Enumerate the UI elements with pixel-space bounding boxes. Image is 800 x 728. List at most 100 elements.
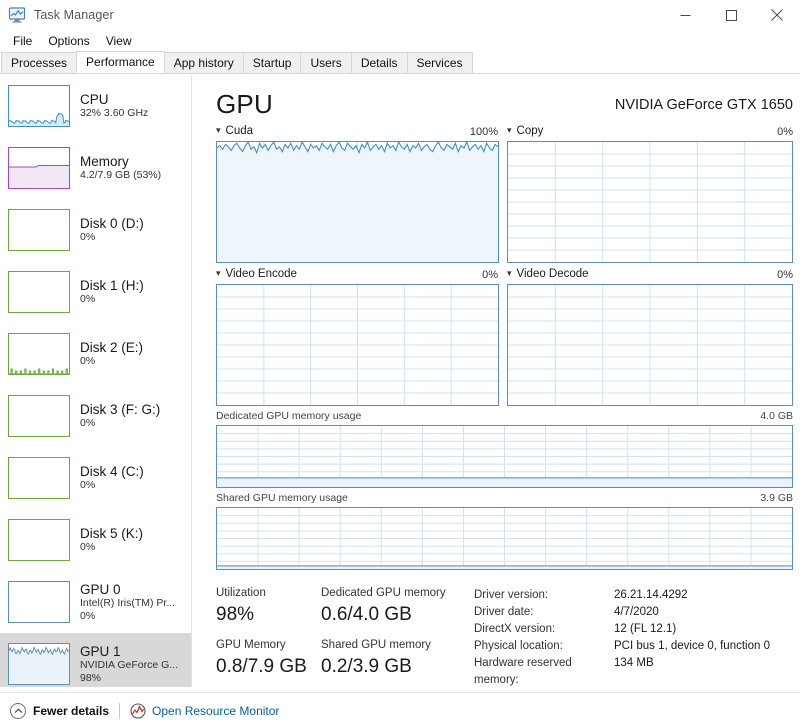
info-key: Hardware reserved memory: (474, 657, 572, 686)
sidebar-item-label: GPU 1 (80, 643, 121, 659)
close-icon[interactable] (754, 0, 800, 30)
sidebar-thumbnail-graph (8, 271, 70, 313)
info-value: 26.21.14.4292 (614, 589, 688, 601)
info-row: DirectX version: 12 (FL 12.1) (474, 621, 770, 638)
sidebar-thumbnail-graph (8, 581, 70, 623)
sidebar-item-sublabel: 0% (80, 355, 96, 367)
caption-dedicated-gpu-memory: Dedicated GPU memory usage (216, 410, 362, 422)
info-value: 12 (FL 12.1) (614, 623, 677, 635)
menu-item-file[interactable]: File (5, 32, 40, 50)
graph-header-cuda[interactable]: ▾ Cuda (216, 125, 253, 137)
stat-label-dedicated-gpu-memory: Dedicated GPU memory (321, 587, 446, 599)
page-title: GPU (216, 89, 273, 119)
sidebar-item-sublabel: 0% (80, 541, 96, 553)
graph-video-decode[interactable] (507, 284, 793, 406)
status-bar: Fewer details Open Resource Monitor (0, 692, 800, 728)
performance-sidebar[interactable]: CPU 32% 3.60 GHz Memory 4.2/7.9 GB (53%) Dis… (0, 75, 192, 687)
sidebar-item-text: Disk 2 (E:) 0% (80, 340, 143, 368)
sidebar-item-sublabel: 32% 3.60 GHz (80, 107, 149, 119)
graph-dedicated-gpu-memory[interactable] (216, 425, 793, 488)
sidebar-item-label: Disk 3 (F: G:) (80, 402, 161, 417)
graph-title-video-encode: Video Encode (225, 268, 297, 280)
sidebar-thumbnail-graph (8, 209, 70, 251)
open-resource-monitor-link[interactable]: Open Resource Monitor (152, 704, 279, 718)
sidebar-item-text: CPU 32% 3.60 GHz (80, 92, 148, 120)
tab-users[interactable]: Users (300, 52, 352, 73)
graph-header-copy[interactable]: ▾ Copy (507, 125, 543, 137)
minimize-icon[interactable] (662, 0, 708, 30)
stat-label-utilization: Utilization (216, 587, 266, 599)
tab-strip: Processes Performance App history Startu… (0, 51, 800, 74)
sidebar-item-text: Memory 4.2/7.9 GB (53%) (80, 154, 161, 182)
sidebar-item-disk-2-e[interactable]: Disk 2 (E:) 0% (0, 323, 191, 385)
window-controls (662, 0, 800, 30)
tab-performance[interactable]: Performance (76, 51, 165, 73)
tab-services[interactable]: Services (406, 52, 473, 73)
fewer-details-button[interactable]: Fewer details (33, 704, 109, 718)
sidebar-item-sublabel: 0% (80, 417, 96, 429)
info-row: Hardware reserved memory: 134 MB (474, 655, 770, 689)
sidebar-item-disk-5-k[interactable]: Disk 5 (K:) 0% (0, 509, 191, 571)
tab-processes[interactable]: Processes (1, 52, 78, 73)
tab-details[interactable]: Details (350, 52, 408, 73)
sidebar-item-disk-3-f-g[interactable]: Disk 3 (F: G:) 0% (0, 385, 191, 447)
tab-app-history[interactable]: App history (163, 52, 244, 73)
sidebar-item-disk-1-h[interactable]: Disk 1 (H:) 0% (0, 261, 191, 323)
graph-shared-gpu-memory[interactable] (216, 507, 793, 570)
sidebar-thumbnail-graph (8, 85, 70, 127)
sidebar-item-text: Disk 5 (K:) 0% (80, 526, 143, 554)
maximize-icon[interactable] (708, 0, 754, 30)
task-manager-window: Task Manager File Options View Processes… (0, 0, 800, 728)
graph-header-video-decode[interactable]: ▾ Video Decode (507, 268, 589, 280)
title-bar: Task Manager (0, 0, 800, 30)
menu-item-options[interactable]: Options (40, 32, 97, 50)
sidebar-item-usage: 0% (80, 609, 96, 622)
stat-value-utilization: 98% (216, 604, 255, 625)
stat-label-gpu-memory: GPU Memory (216, 639, 286, 651)
info-value: 134 MB (614, 657, 654, 669)
stat-value-shared-gpu-memory: 0.2/3.9 GB (321, 656, 412, 677)
tab-startup[interactable]: Startup (242, 52, 302, 73)
sidebar-item-memory[interactable]: Memory 4.2/7.9 GB (53%) (0, 137, 191, 199)
graph-cuda[interactable] (216, 141, 499, 263)
sidebar-item-label: GPU 0 (80, 581, 121, 597)
resource-monitor-icon (130, 702, 146, 719)
sidebar-item-text: GPU 0 Intel(R) Iris(TM) Pr... 0% (80, 582, 175, 623)
stat-shared-gpu-memory: Shared GPU memory 0.2/3.9 GB (321, 637, 431, 680)
menu-item-view[interactable]: View (98, 32, 140, 50)
graph-max-video-encode: 0% (482, 269, 498, 281)
sidebar-item-label: Disk 1 (H:) (80, 278, 144, 293)
sidebar-item-text: Disk 0 (D:) 0% (80, 216, 144, 244)
graph-copy[interactable] (507, 141, 793, 263)
sidebar-thumbnail-graph (8, 333, 70, 375)
chevron-down-icon: ▾ (216, 267, 221, 278)
sidebar-thumbnail-graph (8, 395, 70, 437)
graph-max-copy: 0% (777, 126, 793, 138)
status-divider (119, 702, 121, 719)
info-key: Driver version: (474, 589, 549, 601)
chevron-up-circle-icon[interactable] (10, 702, 26, 719)
menu-bar: File Options View (0, 30, 800, 52)
graph-header-video-encode[interactable]: ▾ Video Encode (216, 268, 297, 280)
graph-title-video-decode: Video Decode (516, 268, 589, 280)
stat-gpu-memory: GPU Memory 0.8/7.9 GB (216, 637, 307, 680)
sidebar-item-label: Disk 4 (C:) (80, 464, 144, 479)
sidebar-item-cpu[interactable]: CPU 32% 3.60 GHz (0, 75, 191, 137)
sidebar-item-sublabel: 4.2/7.9 GB (53%) (80, 169, 162, 181)
sidebar-item-text: Disk 1 (H:) 0% (80, 278, 144, 306)
sidebar-item-sublabel: 0% (80, 231, 96, 243)
sidebar-thumbnail-graph (8, 457, 70, 499)
sidebar-item-gpu-1[interactable]: GPU 1 NVIDIA GeForce G... 98% (0, 633, 191, 687)
graph-title-cuda: Cuda (225, 125, 254, 137)
graph-video-encode[interactable] (216, 284, 499, 406)
sidebar-item-text: Disk 4 (C:) 0% (80, 464, 144, 492)
info-key: Driver date: (474, 606, 534, 618)
sidebar-item-text: GPU 1 NVIDIA GeForce G... 98% (80, 644, 178, 685)
max-dedicated-gpu-memory: 4.0 GB (760, 410, 793, 422)
graph-title-copy: Copy (516, 125, 544, 137)
sidebar-item-disk-4-c[interactable]: Disk 4 (C:) 0% (0, 447, 191, 509)
caption-shared-gpu-memory: Shared GPU memory usage (216, 492, 348, 504)
sidebar-item-disk-0-d[interactable]: Disk 0 (D:) 0% (0, 199, 191, 261)
sidebar-item-gpu-0[interactable]: GPU 0 Intel(R) Iris(TM) Pr... 0% (0, 571, 191, 633)
gpu-detail-panel: GPU NVIDIA GeForce GTX 1650 ▾ Cuda 100% … (193, 75, 800, 687)
